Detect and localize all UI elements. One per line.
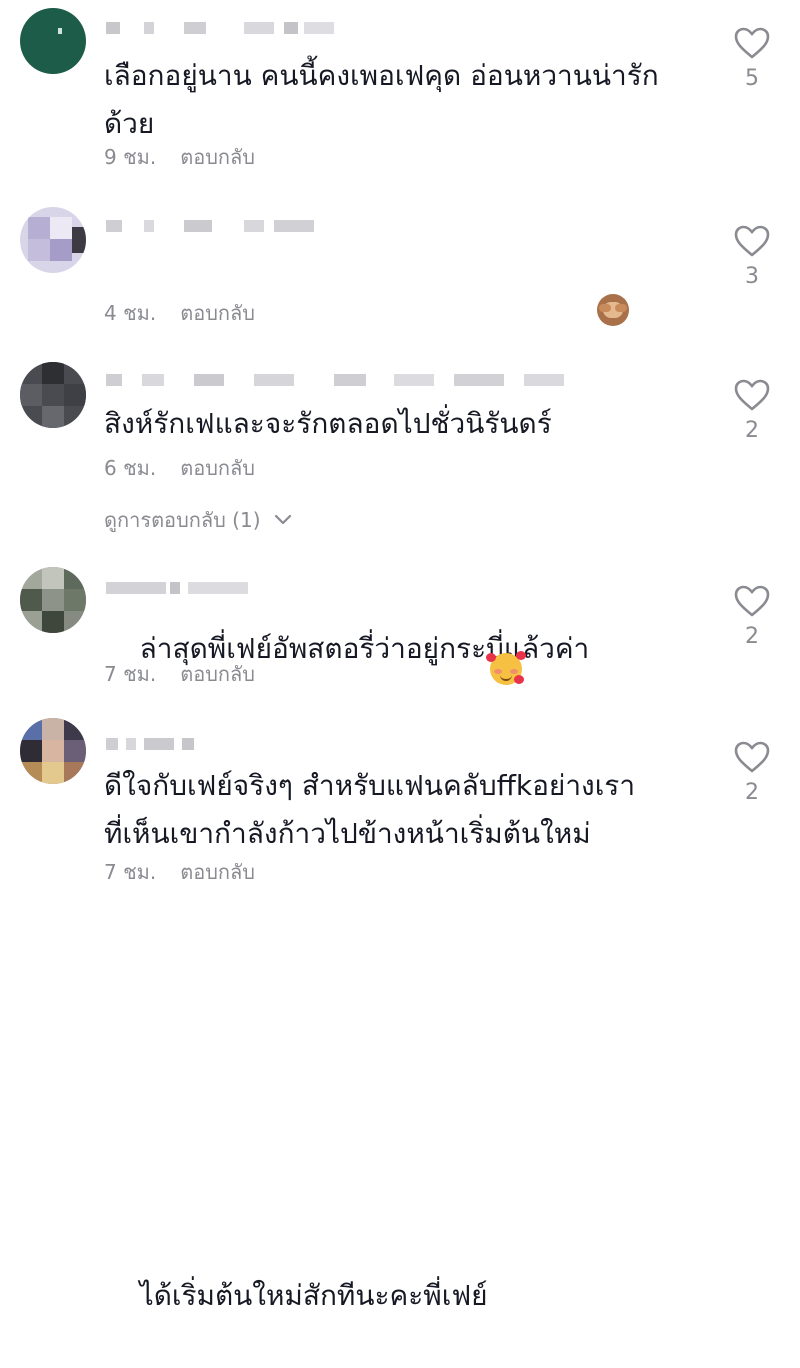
comment-meta: 7 ชม. ตอบกลับ	[104, 659, 255, 689]
heart-outline-icon	[734, 585, 770, 617]
username-redacted[interactable]	[104, 14, 364, 40]
comment-time: 7 ชม.	[104, 662, 157, 686]
comment-text: ดีใจกับเฟย์จริงๆ สำหรับแฟนคลับffkอย่างเร…	[104, 769, 636, 850]
like-count: 2	[745, 418, 759, 443]
smiling-face-with-hearts-icon	[485, 651, 526, 685]
avatar[interactable]	[20, 567, 86, 633]
like-count: 2	[745, 624, 759, 649]
comment-meta: 9 ชม. ตอบกลับ	[104, 142, 255, 172]
comment-time: 9 ชม.	[104, 145, 157, 169]
like-count: 2	[745, 780, 759, 805]
comment-text: สิงห์รักเฟและจะรักตลอดไปชั่วนิรันดร์	[104, 407, 552, 440]
comment-meta: 4 ชม. ตอบกลับ	[104, 298, 255, 328]
avatar[interactable]	[20, 718, 86, 784]
reply-button[interactable]: ตอบกลับ	[180, 662, 255, 686]
username-redacted[interactable]	[104, 366, 584, 392]
heart-outline-icon	[734, 225, 770, 257]
view-replies-button[interactable]: ดูการตอบกลับ (1)	[104, 505, 293, 535]
comment-time: 6 ชม.	[104, 456, 157, 480]
comment-meta: 6 ชม. ตอบกลับ	[104, 453, 255, 483]
comment-text: เลือกอยู่นาน คนนี้คงเพอเฟคุด อ่อนหวานน่า…	[104, 59, 659, 140]
like-button[interactable]: 2	[728, 378, 776, 444]
like-button[interactable]: 3	[728, 224, 776, 290]
see-no-evil-monkey-icon	[597, 294, 630, 326]
heart-outline-icon	[734, 27, 770, 59]
username-redacted[interactable]	[104, 574, 364, 600]
like-button[interactable]: 5	[728, 26, 776, 92]
heart-outline-icon	[734, 379, 770, 411]
reply-button[interactable]: ตอบกลับ	[180, 145, 255, 169]
avatar[interactable]	[20, 207, 86, 273]
reply-button[interactable]: ตอบกลับ	[180, 860, 255, 884]
avatar[interactable]	[20, 8, 86, 74]
username-redacted[interactable]	[104, 730, 364, 756]
comment-text-content: ได้เริ่มต้นใหม่สักทีนะคะพี่เฟย์	[139, 1279, 488, 1312]
like-button[interactable]: 2	[728, 740, 776, 806]
reply-button[interactable]: ตอบกลับ	[180, 456, 255, 480]
comment-meta: 7 ชม. ตอบกลับ	[104, 857, 255, 887]
like-count: 5	[745, 66, 759, 91]
like-button[interactable]: 2	[728, 584, 776, 650]
comment-time: 7 ชม.	[104, 860, 157, 884]
like-count: 3	[745, 264, 759, 289]
view-replies-label: ดูการตอบกลับ (1)	[104, 508, 261, 532]
chevron-down-icon	[274, 514, 291, 525]
reply-button[interactable]: ตอบกลับ	[180, 301, 255, 325]
avatar[interactable]	[20, 362, 86, 428]
username-redacted[interactable]	[104, 212, 364, 238]
comment-text: ได้เริ่มต้นใหม่สักทีนะคะพี่เฟย์	[104, 605, 684, 1368]
comment-time: 4 ชม.	[104, 301, 157, 325]
heart-outline-icon	[734, 741, 770, 773]
